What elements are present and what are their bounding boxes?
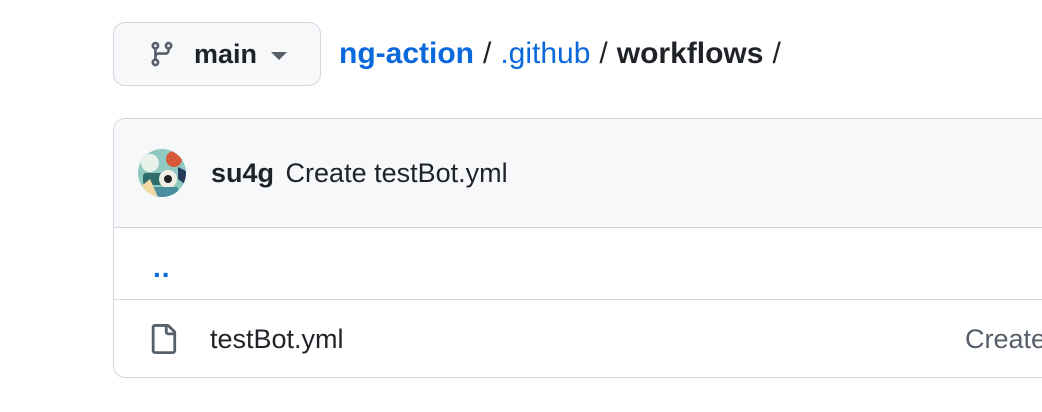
branch-name: main [194, 38, 258, 69]
file-row[interactable]: testBot.yml Create testBot.yml [114, 300, 1042, 377]
avatar-image [138, 149, 186, 197]
file-last-commit-link[interactable]: Create testBot.yml [965, 324, 1042, 355]
file-list-box: su4g Create testBot.yml .. testBot.yml C… [113, 118, 1042, 378]
breadcrumb-current-folder: workflows [616, 37, 764, 70]
breadcrumb-separator: / [483, 37, 492, 70]
commit-author-link[interactable]: su4g [211, 158, 274, 188]
breadcrumb-separator: / [599, 37, 608, 70]
file-icon [151, 324, 177, 354]
branch-selector-button[interactable]: main [113, 22, 321, 86]
caret-down-icon [271, 52, 288, 60]
breadcrumb-folder-link[interactable]: .github [500, 37, 590, 71]
breadcrumb-repo-link[interactable]: ng-action [339, 37, 474, 71]
file-name-link[interactable]: testBot.yml [210, 324, 344, 355]
latest-commit-text: su4g Create testBot.yml [211, 158, 508, 189]
commit-message-link[interactable]: Create testBot.yml [286, 158, 508, 188]
latest-commit-row: su4g Create testBot.yml [114, 119, 1042, 228]
parent-directory-row[interactable]: .. [114, 228, 1042, 300]
breadcrumb-separator: / [772, 37, 781, 70]
avatar[interactable] [138, 149, 186, 197]
parent-directory-link[interactable]: .. [153, 252, 171, 284]
repo-topbar: main ng-action / .github / workflows / [113, 22, 790, 86]
breadcrumb: ng-action / .github / workflows / [339, 37, 790, 71]
git-branch-icon [151, 41, 173, 67]
